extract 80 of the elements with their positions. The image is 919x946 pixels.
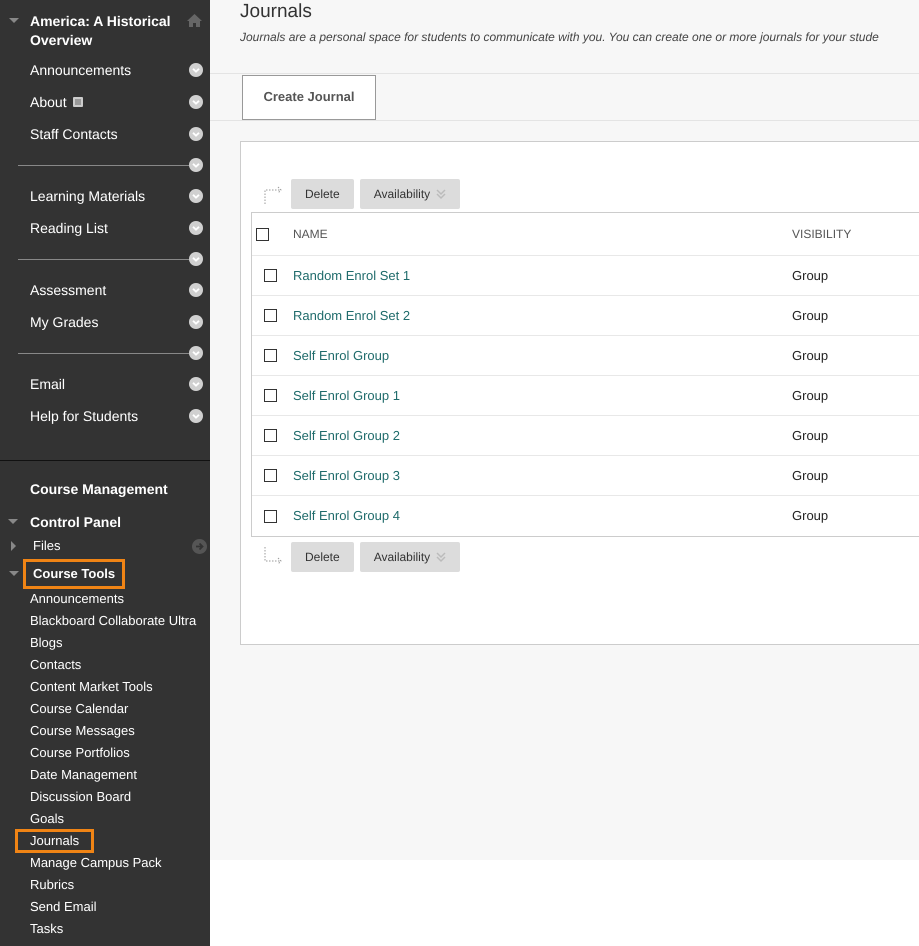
chevron-down-icon[interactable]	[189, 377, 203, 391]
tool-link[interactable]: Manage Campus Pack	[15, 851, 177, 875]
create-journal-button[interactable]: Create Journal	[242, 74, 376, 120]
tool-link[interactable]: Rubrics	[15, 873, 90, 897]
tool-link[interactable]: Content Market Tools	[15, 675, 168, 699]
chevron-down-icon[interactable]	[189, 409, 203, 423]
chevron-down-icon[interactable]	[189, 189, 203, 203]
tool-link[interactable]: Course Portfolios	[15, 741, 145, 765]
menu-link[interactable]: About	[30, 92, 67, 112]
collapse-caret-icon[interactable]	[9, 569, 19, 579]
checkbox[interactable]	[264, 269, 277, 282]
double-chevron-icon	[436, 188, 446, 200]
tool-link[interactable]: Course Calendar	[15, 697, 144, 721]
expand-caret-icon[interactable]	[9, 541, 19, 551]
delete-button[interactable]: Delete	[291, 542, 354, 572]
availability-button[interactable]: Availability	[360, 178, 460, 208]
section-heading: Course Management	[29, 480, 168, 499]
chevron-down-icon[interactable]	[189, 63, 203, 77]
checkbox[interactable]	[264, 510, 277, 522]
chevron-down-icon[interactable]	[189, 221, 203, 235]
panel-section[interactable]: Files	[23, 531, 70, 561]
double-chevron-icon	[436, 550, 446, 562]
collapse-caret-icon[interactable]	[8, 517, 18, 527]
menu-link[interactable]: My Grades	[30, 312, 98, 332]
collapse-caret-icon[interactable]	[9, 16, 19, 26]
tool-link[interactable]: Announcements	[15, 587, 139, 611]
tool-link[interactable]: Contacts	[15, 653, 96, 677]
journal-link[interactable]: Self Enrol Group 4	[293, 508, 400, 523]
menu-link[interactable]: Assessment	[30, 280, 106, 300]
menu-link[interactable]: Reading List	[30, 218, 108, 238]
column-header[interactable]: NAME	[293, 225, 792, 243]
checkbox[interactable]	[264, 389, 277, 402]
tool-link[interactable]: Date Management	[15, 763, 152, 787]
chevron-down-icon[interactable]	[189, 127, 203, 141]
grid-icon	[72, 97, 83, 107]
table-cell-text: Group	[792, 306, 828, 325]
column-header[interactable]: VISIBILITY	[792, 225, 852, 243]
tool-link[interactable]: Course Messages	[15, 719, 150, 743]
tool-link[interactable]: Send Email	[15, 895, 112, 919]
tool-link[interactable]: Blogs	[15, 631, 78, 655]
tool-link[interactable]: Journals	[15, 829, 94, 853]
journal-link[interactable]: Self Enrol Group	[293, 348, 390, 362]
checkbox[interactable]	[264, 429, 277, 442]
menu-link[interactable]: Announcements	[30, 60, 132, 80]
menu-link[interactable]: Help for Students	[30, 406, 138, 426]
control-panel-heading[interactable]: Control Panel	[30, 512, 122, 532]
availability-button[interactable]: Availability	[360, 542, 460, 572]
menu-link[interactable]: Staff Contacts	[30, 124, 118, 144]
chevron-down-icon[interactable]	[189, 252, 203, 266]
table-cell-text: Group	[792, 466, 828, 485]
table-cell-text: Group	[792, 346, 828, 365]
checkbox[interactable]	[256, 228, 269, 240]
course-title[interactable]: America: A Historical Overview	[30, 12, 176, 50]
journal-link[interactable]: Random Enrol Set 1	[293, 268, 410, 282]
table-cell-text: Group	[792, 386, 828, 405]
page-title: Journals	[240, 0, 313, 24]
checkbox[interactable]	[264, 309, 277, 322]
chevron-down-icon[interactable]	[189, 346, 203, 360]
chevron-down-icon[interactable]	[189, 158, 203, 172]
delete-button[interactable]: Delete	[291, 178, 354, 208]
chevron-down-icon[interactable]	[189, 283, 203, 297]
journal-link[interactable]: Self Enrol Group 3	[293, 468, 400, 482]
chevron-down-icon[interactable]	[189, 315, 203, 329]
checkbox[interactable]	[264, 349, 277, 362]
journal-link[interactable]: Self Enrol Group 1	[293, 388, 400, 402]
journal-link[interactable]: Random Enrol Set 2	[293, 308, 410, 322]
chevron-down-icon[interactable]	[189, 95, 203, 109]
table-cell-text: Group	[792, 507, 828, 526]
panel-section[interactable]: Course Tools	[23, 559, 126, 589]
page-description: Journals are a personal space for students to communicate with you. You can create one or more journals for your stude	[240, 29, 880, 46]
tool-link[interactable]: Discussion Board	[15, 785, 146, 809]
table-cell-text: Group	[792, 266, 828, 285]
tool-link[interactable]: Goals	[15, 807, 79, 831]
menu-link[interactable]: Email	[30, 374, 66, 394]
table-cell-text: Group	[792, 426, 828, 445]
checkbox[interactable]	[264, 469, 277, 482]
menu-link[interactable]: Learning Materials	[30, 186, 146, 206]
tool-link[interactable]: Tasks	[15, 917, 78, 941]
tool-link[interactable]: Blackboard Collaborate Ultra	[15, 609, 212, 633]
journal-link[interactable]: Self Enrol Group 2	[293, 428, 400, 442]
